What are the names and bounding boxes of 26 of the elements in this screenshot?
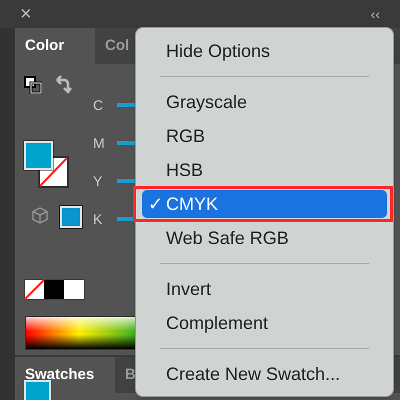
- swap-icon: [24, 76, 42, 94]
- panel-tab[interactable]: Color: [15, 28, 95, 64]
- menu-item[interactable]: Web Safe RGB: [142, 224, 387, 252]
- channel-label: K: [93, 210, 104, 228]
- slider-track: [117, 103, 137, 107]
- swap-arrow-icon: [54, 75, 72, 95]
- slider-track: [117, 179, 137, 183]
- fill-stroke-swatches-drawing[interactable]: [23, 140, 69, 188]
- slider-track: [117, 141, 137, 145]
- channel-label: C: [93, 96, 104, 114]
- menu-item[interactable]: Create New Swatch...: [142, 360, 387, 388]
- swatch[interactable]: [24, 380, 51, 400]
- menu-item[interactable]: ✓ CMYK: [142, 190, 387, 218]
- web-safe-swatch[interactable]: [60, 206, 82, 228]
- panel-tab[interactable]: Swatches: [15, 357, 115, 393]
- menu-item[interactable]: Invert: [142, 275, 387, 303]
- menu-item[interactable]: RGB: [142, 122, 387, 150]
- close-button[interactable]: ×: [20, 4, 32, 24]
- menu-item[interactable]: Complement: [142, 309, 387, 337]
- menu-item[interactable]: HSB: [142, 156, 387, 184]
- preset-swatches-drawing[interactable]: [24, 279, 85, 300]
- menu-item[interactable]: Grayscale: [142, 88, 387, 116]
- cube-icon: [32, 207, 48, 224]
- collapse-button[interactable]: ‹‹: [370, 7, 380, 21]
- channel-label: M: [93, 134, 105, 152]
- channel-label: Y: [93, 172, 104, 190]
